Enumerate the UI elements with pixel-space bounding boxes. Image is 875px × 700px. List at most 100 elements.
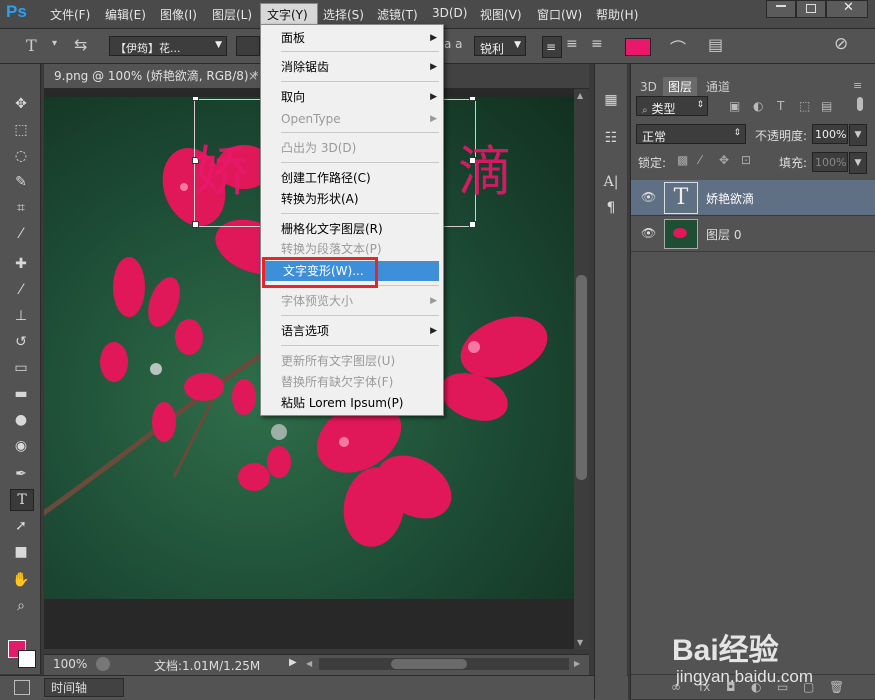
zoom-level[interactable]: 100% xyxy=(53,657,87,671)
transform-handle[interactable] xyxy=(469,221,476,228)
anti-alias-select[interactable]: 锐利 ▼ xyxy=(474,36,526,56)
align-center-icon[interactable]: ≡ xyxy=(566,36,578,52)
eraser-tool-icon[interactable]: ▭ xyxy=(10,358,32,378)
status-arrow-icon[interactable]: ▶ xyxy=(289,657,297,668)
lock-transparent-icon[interactable]: ▩ xyxy=(677,153,688,167)
filter-smart-icon[interactable]: ▤ xyxy=(821,99,832,113)
paragraph-panel-icon[interactable]: ¶ xyxy=(600,198,622,218)
lock-position-icon[interactable]: ✥ xyxy=(719,153,729,167)
timeline-tab[interactable]: 时间轴 xyxy=(44,678,124,697)
lasso-tool-icon[interactable]: ◌ xyxy=(10,146,32,166)
background-color-swatch[interactable] xyxy=(18,650,36,668)
tab-layers[interactable]: 图层 xyxy=(663,77,698,97)
align-left-button[interactable]: ≡ xyxy=(542,36,562,58)
history-brush-tool-icon[interactable]: ↺ xyxy=(10,332,32,352)
menu-item-anti-alias[interactable]: 消除锯齿 ▶ xyxy=(261,57,443,77)
pen-tool-icon[interactable]: ✒ xyxy=(10,464,32,484)
layer-row[interactable]: 👁 T 娇艳欲滴 xyxy=(631,180,875,216)
font-style-select[interactable] xyxy=(236,36,260,56)
filter-toggle[interactable] xyxy=(857,97,863,111)
tool-preset-arrow-icon[interactable]: ▾ xyxy=(52,38,57,49)
menu-item-update-all-text-layers[interactable]: 更新所有文字图层(U) xyxy=(261,351,443,371)
close-button[interactable]: ✕ xyxy=(826,0,868,18)
cancel-icon[interactable]: ⊘ xyxy=(834,34,848,54)
status-menu-icon[interactable] xyxy=(96,657,110,671)
blend-mode-select[interactable]: 正常 ⇕ xyxy=(636,124,746,144)
type-tool-icon[interactable]: T xyxy=(10,489,34,511)
stamp-tool-icon[interactable]: ⊥ xyxy=(10,306,32,326)
visibility-eye-icon[interactable]: 👁 xyxy=(641,226,656,240)
layer-row[interactable]: 👁 图层 0 xyxy=(631,216,875,252)
dodge-tool-icon[interactable]: ◉ xyxy=(10,436,32,456)
warp-text-icon[interactable]: ⌒ xyxy=(670,35,686,59)
horizontal-scroll-thumb[interactable] xyxy=(391,659,467,669)
tab-3d[interactable]: 3D xyxy=(635,77,662,97)
align-right-icon[interactable]: ≡ xyxy=(591,36,603,52)
marquee-tool-icon[interactable]: ⬚ xyxy=(10,120,32,140)
menu-item-paste-lorem-ipsum[interactable]: 粘贴 Lorem Ipsum(P) xyxy=(261,393,443,413)
transform-handle[interactable] xyxy=(192,221,199,228)
scroll-right-icon[interactable]: ▶ xyxy=(574,659,580,668)
opacity-dropdown-button[interactable]: ▼ xyxy=(849,124,867,146)
menu-layer[interactable]: 图层(L) xyxy=(212,6,252,23)
menu-item-convert-to-shape[interactable]: 转换为形状(A) xyxy=(261,189,443,209)
font-family-select[interactable]: 【伊筠】花... ▼ xyxy=(109,36,227,56)
scroll-down-icon[interactable]: ▼ xyxy=(577,638,583,647)
layer-name[interactable]: 娇艳欲滴 xyxy=(706,190,754,207)
layer-filter-select[interactable]: ⌕ 类型 ⇕ xyxy=(636,96,708,116)
timeline-icon[interactable] xyxy=(14,680,30,695)
fill-input[interactable]: 100% xyxy=(812,152,848,172)
menu-item-panel[interactable]: 面板 ▶ xyxy=(261,28,443,48)
shape-tool-icon[interactable]: ■ xyxy=(10,542,32,562)
hand-tool-icon[interactable]: ✋ xyxy=(10,570,32,590)
maximize-button[interactable] xyxy=(796,0,826,18)
type-tool-icon[interactable]: T xyxy=(26,36,37,55)
menu-view[interactable]: 视图(V) xyxy=(480,6,522,23)
filter-pixel-icon[interactable]: ▣ xyxy=(729,99,740,113)
quick-select-tool-icon[interactable]: ✎ xyxy=(10,172,32,192)
menu-item-convert-to-paragraph[interactable]: 转换为段落文本(P) xyxy=(261,239,443,259)
character-panel-icon[interactable]: A| xyxy=(600,172,622,192)
properties-panel-icon[interactable]: ☷ xyxy=(600,128,622,148)
close-tab-icon[interactable]: × xyxy=(248,64,258,88)
menu-item-create-work-path[interactable]: 创建工作路径(C) xyxy=(261,168,443,188)
menu-item-orientation[interactable]: 取向 ▶ xyxy=(261,87,443,107)
scroll-up-icon[interactable]: ▲ xyxy=(577,91,583,100)
menu-image[interactable]: 图像(I) xyxy=(160,6,197,23)
path-select-tool-icon[interactable]: ➚ xyxy=(10,516,32,536)
brush-tool-icon[interactable]: ⁄ xyxy=(10,280,32,300)
opacity-input[interactable]: 100% xyxy=(812,124,848,144)
blur-tool-icon[interactable]: ● xyxy=(10,410,32,430)
move-tool-icon[interactable]: ✥ xyxy=(10,94,32,114)
menu-item-rasterize-type-layer[interactable]: 栅格化文字图层(R) xyxy=(261,219,443,239)
scroll-left-icon[interactable]: ◀ xyxy=(306,659,312,668)
history-panel-icon[interactable]: ▦ xyxy=(600,90,622,110)
fill-dropdown-button[interactable]: ▼ xyxy=(849,152,867,174)
menu-window[interactable]: 窗口(W) xyxy=(537,6,582,23)
toggle-orientation-icon[interactable]: ⇆ xyxy=(74,35,87,54)
panel-menu-icon[interactable]: ≡ xyxy=(853,79,862,92)
vertical-scroll-thumb[interactable] xyxy=(576,275,587,480)
character-panel-icon[interactable]: ▤ xyxy=(708,35,723,54)
menu-file[interactable]: 文件(F) xyxy=(50,6,90,23)
layer-name[interactable]: 图层 0 xyxy=(706,226,741,243)
menu-item-font-preview-size[interactable]: 字体预览大小 ▶ xyxy=(261,291,443,311)
minimize-button[interactable] xyxy=(766,0,796,18)
lock-paint-icon[interactable]: ⁄ xyxy=(699,153,701,167)
healing-brush-tool-icon[interactable]: ✚ xyxy=(10,254,32,274)
crop-tool-icon[interactable]: ⌗ xyxy=(10,198,32,218)
visibility-eye-icon[interactable]: 👁 xyxy=(641,190,656,204)
zoom-tool-icon[interactable]: ⌕ xyxy=(10,596,32,616)
menu-item-opentype[interactable]: OpenType ▶ xyxy=(261,109,443,129)
filter-shape-icon[interactable]: ⬚ xyxy=(799,99,810,113)
eyedropper-tool-icon[interactable]: ⁄ xyxy=(10,224,32,244)
lock-all-icon[interactable]: ⊡ xyxy=(741,153,751,167)
menu-filter[interactable]: 滤镜(T) xyxy=(377,6,418,23)
filter-adjust-icon[interactable]: ◐ xyxy=(753,99,763,113)
menu-item-language-options[interactable]: 语言选项 ▶ xyxy=(261,321,443,341)
menu-3d[interactable]: 3D(D) xyxy=(432,6,467,20)
tab-channels[interactable]: 通道 xyxy=(701,77,735,97)
menu-type[interactable]: 文字(Y) xyxy=(267,6,308,23)
transform-handle[interactable] xyxy=(192,97,199,101)
menu-item-replace-missing-fonts[interactable]: 替换所有缺欠字体(F) xyxy=(261,372,443,392)
